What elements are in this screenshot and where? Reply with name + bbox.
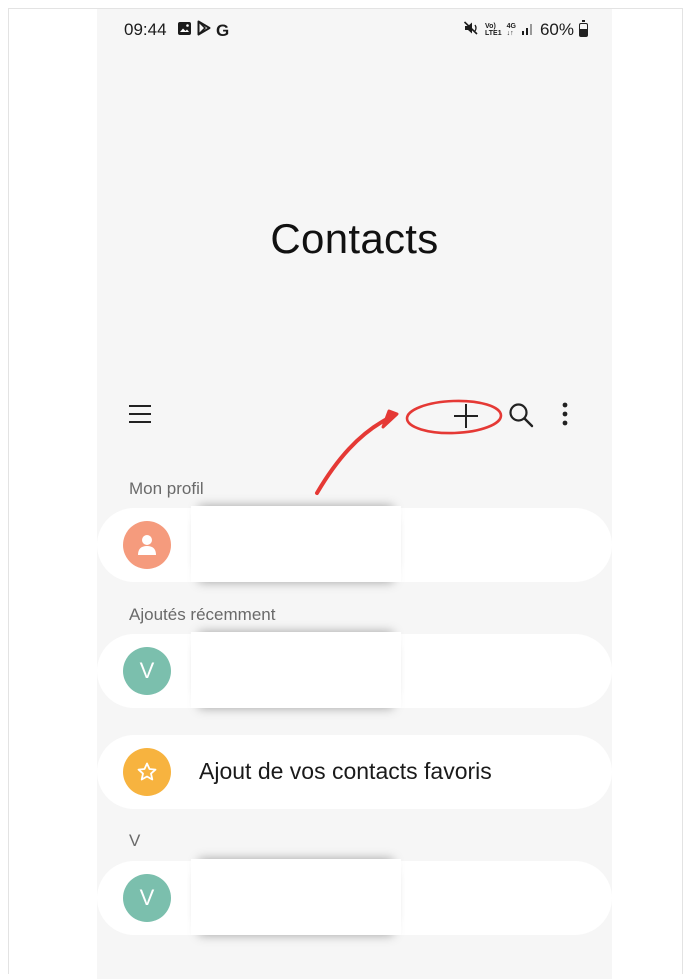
menu-icon[interactable] bbox=[125, 399, 155, 429]
annotation-arrow bbox=[315, 417, 389, 495]
v-contact-avatar: V bbox=[123, 874, 171, 922]
section-label-v: V bbox=[129, 831, 141, 850]
page-title: Contacts bbox=[270, 215, 439, 262]
annotation-arrow-head bbox=[381, 409, 399, 429]
status-bar: 09:44 G Vo) LTE1 4G ↓↑ 60% bbox=[97, 9, 612, 53]
status-time: 09:44 bbox=[124, 20, 167, 39]
battery-icon bbox=[579, 20, 588, 37]
add-favorites-label: Ajout de vos contacts favoris bbox=[199, 758, 492, 784]
mute-icon bbox=[463, 20, 480, 40]
person-icon bbox=[138, 535, 156, 555]
battery-fill bbox=[580, 28, 587, 36]
google-g-icon: G bbox=[216, 20, 230, 40]
add-favorites-card[interactable]: Ajout de vos contacts favoris bbox=[97, 735, 612, 809]
play-store-icon bbox=[196, 20, 212, 41]
data-arrows-icon: ↓↑ bbox=[506, 30, 514, 37]
recent-contact-card[interactable]: V bbox=[97, 632, 612, 708]
redacted-name bbox=[191, 859, 401, 935]
signal-icon bbox=[521, 20, 535, 40]
status-right-icons: Vo) LTE1 4G ↓↑ 60% bbox=[463, 20, 588, 40]
search-icon[interactable] bbox=[507, 401, 535, 429]
add-icon[interactable] bbox=[449, 399, 483, 433]
phone-screen: 09:44 G Vo) LTE1 4G ↓↑ 60% Contacts Mon … bbox=[97, 9, 612, 979]
profile-avatar bbox=[123, 521, 171, 569]
network-type-text: 4G bbox=[506, 23, 516, 30]
redacted-name bbox=[191, 506, 401, 582]
section-label-recent: Ajoutés récemment bbox=[129, 605, 276, 624]
volte-indicator: Vo) LTE1 bbox=[485, 23, 502, 37]
star-icon bbox=[137, 762, 157, 781]
volte-top-text: Vo) bbox=[485, 23, 496, 30]
battery-percent: 60% bbox=[539, 20, 574, 39]
volte-bottom-text: LTE1 bbox=[485, 30, 502, 37]
favorites-avatar bbox=[123, 748, 171, 796]
redacted-name bbox=[191, 632, 401, 708]
v-contact-card[interactable]: V bbox=[97, 859, 612, 935]
section-label-profile: Mon profil bbox=[129, 479, 204, 498]
more-options-icon[interactable] bbox=[557, 399, 573, 429]
recent-contact-avatar: V bbox=[123, 647, 171, 695]
network-type-indicator: 4G ↓↑ bbox=[507, 23, 516, 37]
profile-card[interactable] bbox=[97, 506, 612, 582]
gallery-icon bbox=[177, 21, 192, 41]
status-left-icons: G bbox=[177, 20, 229, 41]
